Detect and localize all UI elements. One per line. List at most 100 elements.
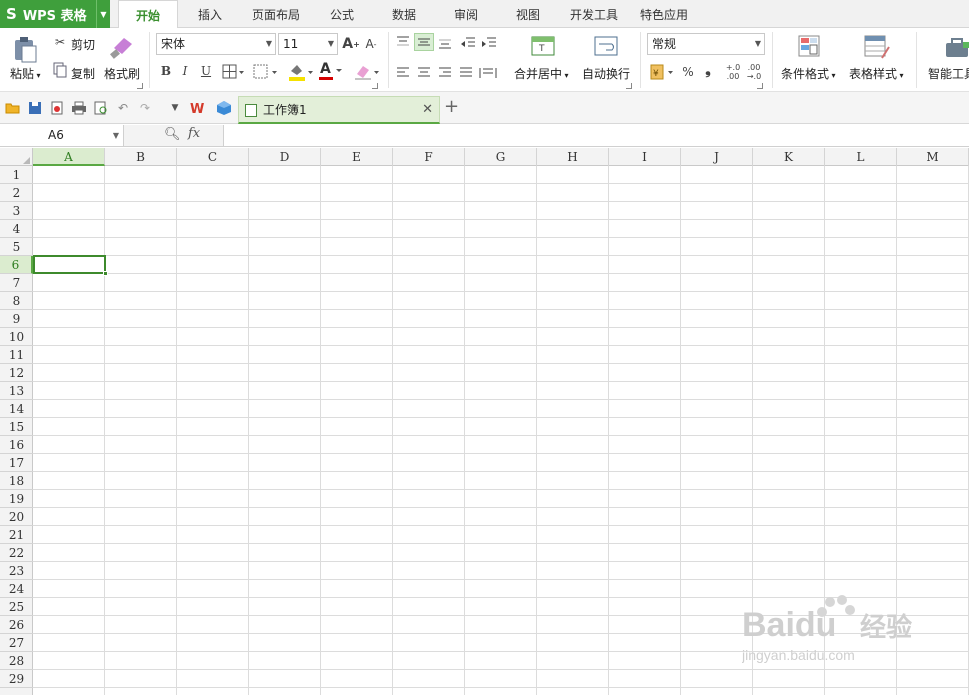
column-header[interactable]: K (753, 148, 825, 166)
row-header[interactable]: 21 (0, 526, 33, 544)
tab-home[interactable]: 开始 (118, 0, 178, 29)
customize-toolbar-chevron-icon[interactable]: ▼ (167, 100, 183, 116)
tab-developer[interactable]: 开发工具 (563, 0, 625, 28)
workbook-tab[interactable]: 工作簿1 ✕ (238, 96, 440, 124)
decrease-decimal-icon[interactable]: .00 →.0 (745, 61, 763, 83)
undo-icon[interactable]: ↶ (115, 100, 131, 116)
paste-icon[interactable] (10, 34, 40, 64)
column-header[interactable]: E (321, 148, 393, 166)
percent-icon[interactable]: % (680, 63, 696, 81)
row-header[interactable]: 19 (0, 490, 33, 508)
italic-icon[interactable]: I (177, 63, 193, 79)
cell-fill-pattern-icon[interactable] (253, 64, 279, 80)
column-header[interactable]: L (825, 148, 897, 166)
row-header[interactable]: 26 (0, 616, 33, 634)
row-header[interactable]: 11 (0, 346, 33, 364)
align-right-icon[interactable] (437, 66, 453, 80)
close-icon[interactable]: ✕ (422, 102, 433, 117)
row-header[interactable]: 8 (0, 292, 33, 310)
wps-w-logo-icon[interactable]: W (190, 100, 206, 116)
row-header[interactable]: 14 (0, 400, 33, 418)
print-preview-icon[interactable] (93, 100, 109, 116)
format-painter-button[interactable]: 格式刷 (104, 65, 140, 82)
formula-input[interactable] (224, 125, 969, 146)
align-left-icon[interactable] (395, 66, 411, 80)
font-color-icon[interactable]: A (318, 61, 346, 81)
increase-decimal-icon[interactable]: +.0 .00 (724, 61, 742, 83)
tab-view[interactable]: 视图 (504, 0, 552, 28)
row-header[interactable]: 20 (0, 508, 33, 526)
row-header[interactable]: 23 (0, 562, 33, 580)
justify-icon[interactable] (458, 66, 474, 80)
redo-icon[interactable]: ↷ (137, 100, 153, 116)
row-header[interactable]: 25 (0, 598, 33, 616)
merge-center-button[interactable]: 合并居中 ▾ (514, 65, 569, 82)
row-header[interactable]: 3 (0, 202, 33, 220)
cloud-cube-icon[interactable] (216, 100, 232, 116)
open-folder-icon[interactable] (5, 100, 21, 116)
clipboard-launcher-icon[interactable] (137, 83, 143, 89)
fill-handle[interactable] (103, 271, 108, 276)
name-box[interactable]: A6 ▼ (0, 125, 124, 146)
tab-review[interactable]: 审阅 (442, 0, 490, 28)
column-header[interactable]: B (105, 148, 177, 166)
align-middle-icon[interactable] (414, 33, 434, 51)
format-painter-icon[interactable] (108, 34, 136, 60)
distributed-align-icon[interactable] (479, 66, 497, 80)
row-header[interactable]: 16 (0, 436, 33, 454)
font-launcher-icon[interactable] (372, 83, 378, 89)
column-header[interactable]: F (393, 148, 465, 166)
alignment-launcher-icon[interactable] (626, 83, 632, 89)
decrease-indent-icon[interactable] (460, 36, 476, 50)
row-header[interactable]: 10 (0, 328, 33, 346)
new-tab-plus-icon[interactable]: + (444, 96, 459, 117)
row-header[interactable]: 29 (0, 670, 33, 688)
cell-area[interactable] (33, 166, 969, 695)
number-format-select[interactable]: 常规 ▼ (647, 33, 765, 55)
row-header[interactable]: 1 (0, 166, 33, 184)
align-center-icon[interactable] (416, 66, 432, 80)
wrap-text-button[interactable]: 自动换行 (582, 65, 630, 82)
align-bottom-icon[interactable] (437, 36, 453, 50)
toolbox-icon[interactable] (944, 36, 969, 60)
row-header[interactable]: 7 (0, 274, 33, 292)
thousands-separator-icon[interactable]: ❟ (702, 61, 714, 79)
fx-icon[interactable]: fx (188, 126, 200, 141)
bold-icon[interactable]: B (158, 63, 174, 79)
row-header[interactable]: 17 (0, 454, 33, 472)
column-header[interactable]: G (465, 148, 537, 166)
tab-insert[interactable]: 插入 (185, 0, 235, 28)
tab-formulas[interactable]: 公式 (318, 0, 366, 28)
copy-button[interactable]: 复制 (71, 65, 95, 82)
tab-special[interactable]: 特色应用 (633, 0, 695, 28)
font-grow-icon[interactable]: A + (342, 35, 360, 53)
column-header[interactable]: A (33, 148, 105, 166)
row-header[interactable]: 6 (0, 256, 33, 274)
row-header[interactable]: 24 (0, 580, 33, 598)
zoom-search-icon[interactable]: 🔍︎ (164, 127, 181, 142)
fill-color-icon[interactable] (287, 62, 315, 82)
currency-format-icon[interactable]: ¥ (649, 63, 677, 81)
row-header[interactable]: 27 (0, 634, 33, 652)
select-all-corner[interactable] (0, 148, 33, 166)
column-header[interactable]: J (681, 148, 753, 166)
font-size-select[interactable]: 11 ▼ (278, 33, 338, 55)
row-header[interactable]: 15 (0, 418, 33, 436)
column-header[interactable]: D (249, 148, 321, 166)
row-header[interactable]: 4 (0, 220, 33, 238)
row-header[interactable]: 28 (0, 652, 33, 670)
column-header[interactable]: C (177, 148, 249, 166)
app-menu-button[interactable]: S WPS 表格 ▼ (0, 0, 110, 28)
number-launcher-icon[interactable] (757, 83, 763, 89)
conditional-format-button[interactable]: 条件格式 ▾ (781, 65, 836, 82)
align-top-icon[interactable] (395, 35, 411, 49)
row-header[interactable]: 13 (0, 382, 33, 400)
borders-icon[interactable] (222, 64, 246, 80)
row-header[interactable]: 12 (0, 364, 33, 382)
column-header[interactable]: M (897, 148, 969, 166)
table-style-button[interactable]: 表格样式 ▾ (849, 65, 904, 82)
conditional-format-icon[interactable] (798, 34, 822, 60)
chevron-down-icon[interactable]: ▼ (96, 0, 110, 28)
smart-toolbox-button[interactable]: 智能工具 (928, 65, 969, 82)
export-pdf-icon[interactable] (49, 100, 65, 116)
